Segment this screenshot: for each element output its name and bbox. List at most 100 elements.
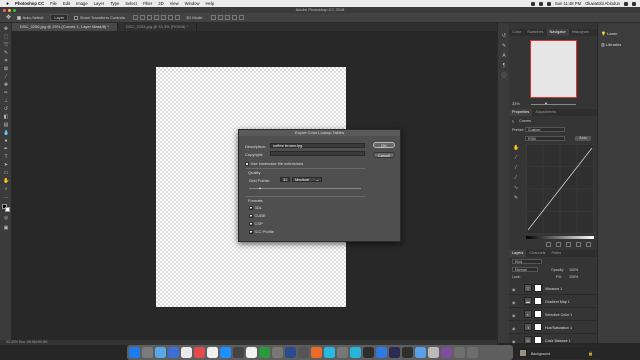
tab-paths[interactable]: Paths <box>548 250 564 257</box>
dock-app-icon[interactable] <box>441 347 452 358</box>
info-panel-icon[interactable]: ⓘ <box>501 73 507 79</box>
dock-app-icon[interactable] <box>194 347 205 358</box>
layer-mask-thumb[interactable] <box>534 336 542 344</box>
dock-app-icon[interactable] <box>298 347 309 358</box>
layer-row[interactable]: ◉ ▬ Gradient Map 1 <box>509 295 597 308</box>
grid-points-slider-track[interactable] <box>249 188 361 189</box>
format-csp-checkbox[interactable]: CSP <box>249 221 263 226</box>
opacity-value[interactable]: 100% <box>569 268 578 272</box>
dock-app-icon[interactable] <box>389 347 400 358</box>
blur-tool-icon[interactable]: 💧 <box>3 130 9 136</box>
dock-app-icon[interactable] <box>428 347 439 358</box>
tab-channels[interactable]: Channels <box>526 250 548 257</box>
curves-graph[interactable] <box>526 144 594 234</box>
wifi-icon[interactable] <box>538 1 543 6</box>
clone-stamp-tool-icon[interactable]: ⊥ <box>3 98 9 104</box>
quick-select-tool-icon[interactable]: ✎ <box>3 50 9 56</box>
zoom-tool-icon[interactable]: ⌕ <box>3 186 9 192</box>
hand-tool-icon[interactable]: ✋ <box>3 178 9 184</box>
layer-mask-thumb[interactable] <box>534 310 542 318</box>
battery-icon[interactable] <box>530 1 535 6</box>
dock-app-icon[interactable] <box>272 347 283 358</box>
history-panel-icon[interactable]: ↺ <box>501 33 507 39</box>
3d-orbit-icon[interactable] <box>211 14 217 20</box>
align-left-icon[interactable] <box>132 14 138 20</box>
auto-select-dropdown[interactable]: Layer <box>50 14 69 21</box>
eyedropper-black-icon[interactable]: ⁄ <box>513 155 519 161</box>
auto-button[interactable]: Auto <box>575 136 591 141</box>
eyedropper-tool-icon[interactable]: ⁄ <box>3 74 9 80</box>
tab-properties[interactable]: Properties <box>509 109 533 116</box>
auto-select-checkbox[interactable]: Auto-Select: <box>17 15 44 20</box>
visibility-eye-icon[interactable]: ◉ <box>512 287 516 292</box>
visibility-icon[interactable] <box>576 242 581 247</box>
dock-app-icon[interactable] <box>454 347 465 358</box>
more-tools-icon[interactable]: … <box>3 194 9 200</box>
marquee-tool-icon[interactable]: ⬚ <box>3 34 9 40</box>
menu-view[interactable]: View <box>170 1 179 6</box>
menu-filter[interactable]: Filter <box>143 1 152 6</box>
blend-mode-dropdown[interactable]: Normal <box>512 267 538 272</box>
menu-3d[interactable]: 3D <box>158 1 163 6</box>
menu-file[interactable]: File <box>50 1 57 6</box>
copyright-input[interactable] <box>270 151 365 156</box>
align-bottom-icon[interactable] <box>167 14 173 20</box>
dock-app-icon[interactable] <box>350 347 361 358</box>
path-select-tool-icon[interactable]: ➤ <box>3 162 9 168</box>
dock-app-icon[interactable] <box>246 347 257 358</box>
align-middle-icon[interactable] <box>160 14 166 20</box>
menubar-user[interactable]: Oluwatobi Abiodun <box>585 1 620 6</box>
navigator-zoom-slider[interactable] <box>531 104 576 105</box>
dock-app-icon[interactable] <box>402 347 413 358</box>
frame-tool-icon[interactable]: ⊠ <box>3 66 9 72</box>
layer-row-background[interactable]: Background 🔒 <box>509 347 597 360</box>
dock-app-icon[interactable] <box>337 347 348 358</box>
dock-app-icon[interactable] <box>363 347 374 358</box>
transform-controls-checkbox[interactable]: Show Transform Controls <box>74 15 125 20</box>
eyedropper-gray-icon[interactable]: ⁄ <box>513 165 519 171</box>
layer-filter-dropdown[interactable]: Kind <box>512 259 542 264</box>
align-top-icon[interactable] <box>153 14 159 20</box>
move-tool-icon[interactable]: ✥ <box>3 26 9 32</box>
dock-app-icon[interactable] <box>324 347 335 358</box>
dock-app-icon[interactable] <box>259 347 270 358</box>
layer-row[interactable]: ◉ ◑ Hue/Saturation 1 <box>509 321 597 334</box>
dock-app-icon[interactable] <box>181 347 192 358</box>
distribute-icon[interactable] <box>174 14 180 20</box>
libraries-item[interactable]: ▥ Libraries <box>601 42 621 47</box>
screen-mode-icon[interactable]: ▣ <box>3 225 9 231</box>
grid-points-input[interactable]: 32 <box>280 177 290 182</box>
type-tool-icon[interactable]: T <box>3 154 9 160</box>
minimize-window-button[interactable] <box>8 8 11 12</box>
ok-button[interactable]: OK <box>373 142 395 148</box>
format-3dl-checkbox[interactable]: 3DL <box>249 205 262 210</box>
volume-icon[interactable] <box>546 1 551 6</box>
dock-app-icon[interactable] <box>129 347 140 358</box>
clip-to-layer-icon[interactable] <box>546 242 551 247</box>
menu-edit[interactable]: Edit <box>63 1 70 6</box>
paragraph-panel-icon[interactable]: ¶ <box>501 63 507 69</box>
dock-app-icon[interactable] <box>220 347 231 358</box>
curve-point-icon[interactable]: ∿ <box>513 185 519 191</box>
lowercase-extensions-checkbox[interactable]: Use lowercase file extensions <box>245 161 303 166</box>
tab-layers[interactable]: Layers <box>509 250 527 257</box>
maximize-window-button[interactable] <box>13 8 16 12</box>
description-input[interactable]: coffee brown.lpg <box>270 143 365 148</box>
layer-mask-thumb[interactable] <box>534 297 542 305</box>
layer-row[interactable]: ◉ ◐ Selective Color 1 <box>509 308 597 321</box>
crop-tool-icon[interactable]: ⌗ <box>3 58 9 64</box>
move-tool-icon[interactable]: ✥ <box>6 14 11 21</box>
layer-row[interactable]: ◉ ⚖ Color Balance 1 <box>509 334 597 347</box>
brush-tool-icon[interactable]: ✏ <box>3 90 9 96</box>
view-previous-icon[interactable] <box>556 242 561 247</box>
quick-mask-icon[interactable]: ◎ <box>3 215 9 221</box>
tab-document-2[interactable]: DSC_0254.jpg @ 33.3% (RGB/8) * <box>118 23 198 31</box>
navigator-zoom-thumb[interactable] <box>545 102 547 104</box>
menu-list-icon[interactable] <box>632 1 636 6</box>
shape-tool-icon[interactable]: ▭ <box>3 170 9 176</box>
menu-image[interactable]: Image <box>76 1 88 6</box>
3d-roll-icon[interactable] <box>218 14 224 20</box>
dock-app-icon[interactable] <box>142 347 153 358</box>
apple-icon[interactable]: ● <box>6 1 9 7</box>
format-cube-checkbox[interactable]: CUBE <box>249 213 266 218</box>
